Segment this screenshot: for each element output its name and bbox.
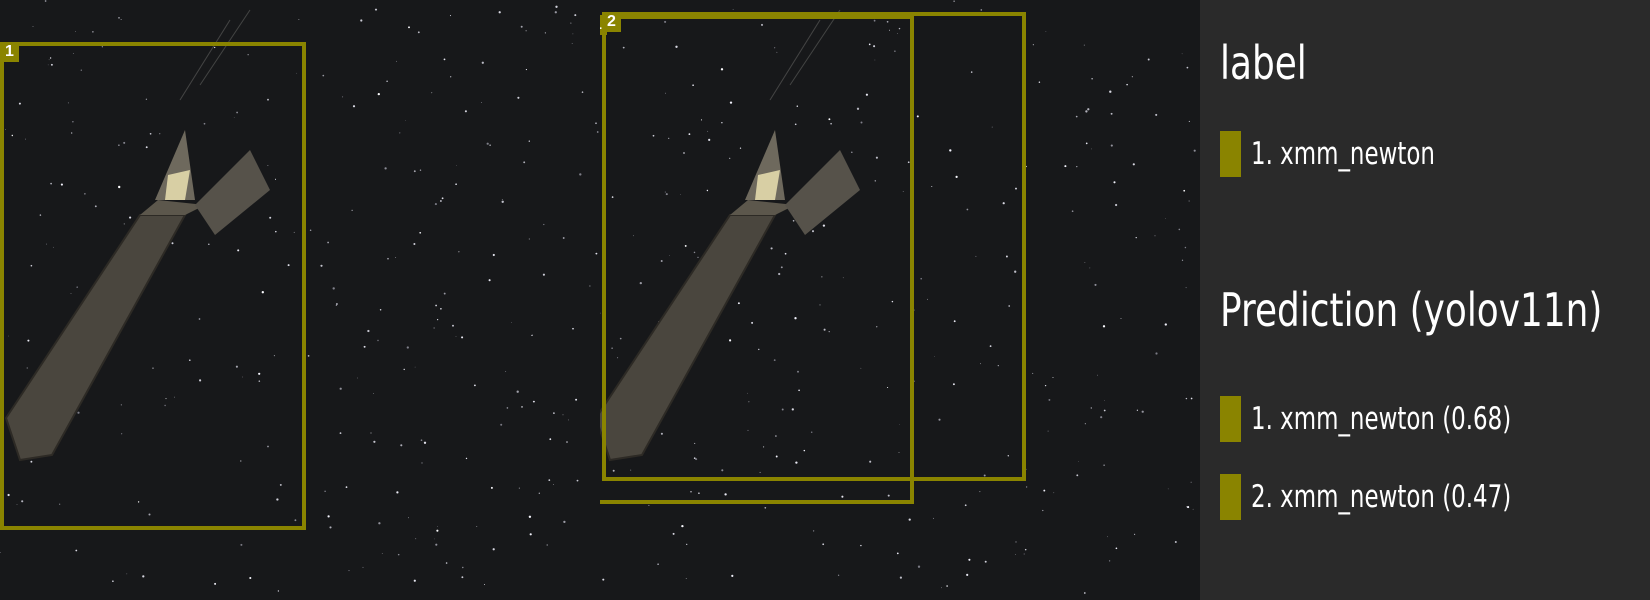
legend-item-label: 2. xmm_newton (0.47) (1251, 479, 1512, 515)
prediction-image: 1 2 (600, 0, 1200, 600)
prediction-box-2: 2 (602, 12, 1026, 481)
color-swatch (1220, 396, 1241, 442)
color-swatch (1220, 474, 1241, 520)
prediction-heading: Prediction (yolov11n) (1220, 283, 1603, 337)
ground-truth-image: 1 (0, 0, 600, 600)
legend-panel: label 1. xmm_newton Prediction (yolov11n… (1200, 0, 1650, 600)
label-legend-item: 1. xmm_newton (1220, 131, 1500, 177)
label-heading: label (1220, 36, 1307, 90)
detection-visualization: 1 1 2 label 1. xmm_newton (0, 0, 1650, 600)
prediction-legend-item: 2. xmm_newton (0.47) (1220, 474, 1603, 520)
color-swatch (1220, 131, 1241, 177)
ground-truth-box: 1 (0, 42, 306, 530)
legend-item-label: 1. xmm_newton (1251, 136, 1435, 172)
box-id-tag: 1 (0, 42, 19, 62)
box-id-tag: 2 (602, 12, 621, 32)
legend-item-label: 1. xmm_newton (0.68) (1251, 401, 1512, 437)
prediction-legend-item: 1. xmm_newton (0.68) (1220, 396, 1603, 442)
